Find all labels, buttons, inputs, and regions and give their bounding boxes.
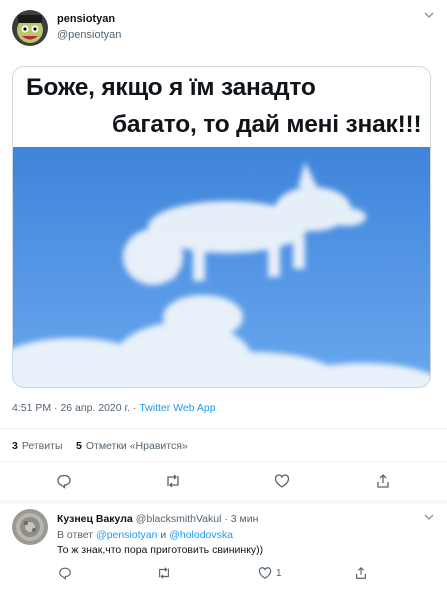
reply-to-user-link[interactable]: @pensiotyan [96,529,157,541]
reply-and: и [160,529,167,541]
likes-stat[interactable]: 5 Отметки «Нравится» [76,440,188,452]
author-handle[interactable]: @pensiotyan [57,29,121,41]
image-caption-line2: багато, то дай мені знак!!! [112,111,422,138]
tweet-timestamp: 4:51 PM · 26 апр. 2020 г. · Twitter Web … [12,402,216,414]
reply-share-icon[interactable] [354,564,368,582]
share-icon[interactable] [372,471,394,491]
reply-icon[interactable] [53,471,75,491]
reply-like-count: 1 [276,567,282,579]
reply-prefix: В ответ [57,529,94,541]
reply-to-user-link[interactable]: @holodovska [169,529,233,541]
likes-count: 5 [76,440,82,452]
retweets-label: Ретвиты [21,440,63,452]
section-divider [0,500,447,504]
reply-time-ago[interactable]: 3 мин [231,513,259,525]
retweets-count: 3 [12,440,18,452]
more-options-icon[interactable] [422,8,436,22]
retweet-icon[interactable] [162,471,184,491]
tweet-date[interactable]: 26 апр. 2020 г. [60,402,130,414]
tweet-image[interactable]: Боже, якщо я їм занадто багато, то дай м… [12,66,431,388]
tweet-source-link[interactable]: Twitter Web App [139,402,215,414]
divider [0,428,447,429]
like-icon[interactable] [271,471,293,491]
author-display-name[interactable]: pensiotyan [57,13,115,25]
reply-like-button[interactable]: 1 [258,564,282,582]
reply-more-options-icon[interactable] [422,510,436,524]
likes-label: Отметки «Нравится» [85,440,188,452]
image-caption-line1: Боже, якщо я їм занадто [26,74,316,101]
author-avatar[interactable] [12,10,48,46]
reply-author-avatar[interactable] [12,509,48,545]
sky-photo [13,147,430,387]
reply-like-icon [258,566,272,580]
reply-retweet-icon[interactable] [156,564,172,582]
reply-to-line: В ответ @pensiotyan и @holodovska [57,529,233,541]
tweet-time[interactable]: 4:51 PM [12,402,51,414]
reply-author-line: Кузнец Вакула @blacksmithVakul · 3 мин [57,513,259,525]
reply-author-handle[interactable]: @blacksmithVakul [136,513,222,525]
reply-text: То ж знак,что пора приготовить свининку)… [57,544,264,556]
reply-reply-icon[interactable] [58,564,72,582]
image-caption-area: Боже, якщо я їм занадто багато, то дай м… [13,67,430,147]
reply-author-display-name[interactable]: Кузнец Вакула [57,513,133,525]
retweets-stat[interactable]: 3 Ретвиты [12,440,63,452]
divider [0,461,447,462]
